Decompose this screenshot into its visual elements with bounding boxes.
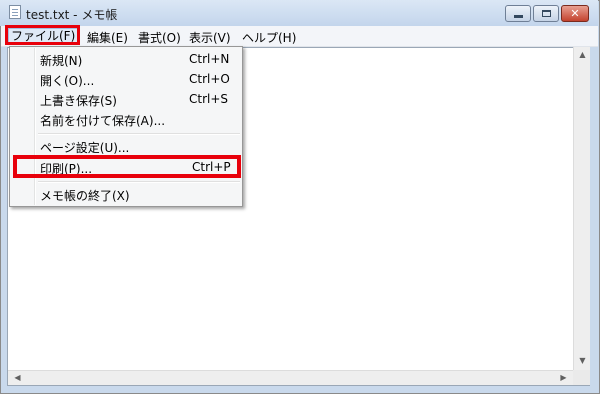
vertical-scrollbar[interactable]: ▲ ▼ [573,47,590,370]
window-title: test.txt - メモ帳 [26,8,118,22]
menu-item-page-setup[interactable]: ページ設定(U)... [11,136,241,156]
menu-item-shortcut: Ctrl+N [189,52,230,66]
menu-item-shortcut: Ctrl+O [189,72,230,86]
close-button[interactable]: ✕ [561,5,589,22]
minimize-icon [513,15,523,18]
file-dropdown-menu: 新規(N) Ctrl+N 開く(O)... Ctrl+O 上書き保存(S) Ct… [9,46,243,207]
menu-edit[interactable]: 編集(E) [87,29,128,46]
scrollbar-corner [573,370,590,385]
menu-item-label: 新規(N) [40,54,83,68]
menu-item-label: 上書き保存(S) [40,94,117,108]
menu-item-new[interactable]: 新規(N) Ctrl+N [11,49,241,69]
menu-separator [38,181,240,183]
menu-item-shortcut: Ctrl+S [189,92,229,106]
menu-item-save[interactable]: 上書き保存(S) Ctrl+S [11,89,241,109]
menu-view[interactable]: 表示(V) [189,29,231,46]
menu-format[interactable]: 書式(O) [138,29,181,46]
menu-bar: ファイル(F) 編集(E) 書式(O) 表示(V) ヘルプ(H) [1,26,598,47]
menu-item-label: 名前を付けて保存(A)... [40,114,166,128]
menu-item-exit[interactable]: メモ帳の終了(X) [11,184,241,204]
notepad-document-icon [9,5,21,19]
file-menu-highlight-box [5,25,80,45]
maximize-icon [541,10,551,17]
menu-item-open[interactable]: 開く(O)... Ctrl+O [11,69,241,89]
scroll-up-arrow-icon[interactable]: ▲ [574,50,591,59]
print-item-highlight-box [13,155,241,178]
menu-help[interactable]: ヘルプ(H) [242,29,296,46]
scroll-down-arrow-icon[interactable]: ▼ [574,356,591,365]
minimize-button[interactable] [505,5,531,22]
menu-item-label: 開く(O)... [40,74,95,88]
maximize-button[interactable] [533,5,559,22]
menu-item-save-as[interactable]: 名前を付けて保存(A)... [11,109,241,129]
menu-item-label: メモ帳の終了(X) [40,189,130,203]
title-bar[interactable]: test.txt - メモ帳 ✕ [0,0,598,26]
scroll-left-arrow-icon[interactable]: ◀ [9,373,26,382]
close-icon: ✕ [570,7,580,20]
horizontal-scrollbar[interactable]: ◀ ▶ [8,370,573,385]
scroll-right-arrow-icon[interactable]: ▶ [555,373,572,382]
menu-item-label: ページ設定(U)... [40,141,130,155]
menu-separator [38,133,240,135]
